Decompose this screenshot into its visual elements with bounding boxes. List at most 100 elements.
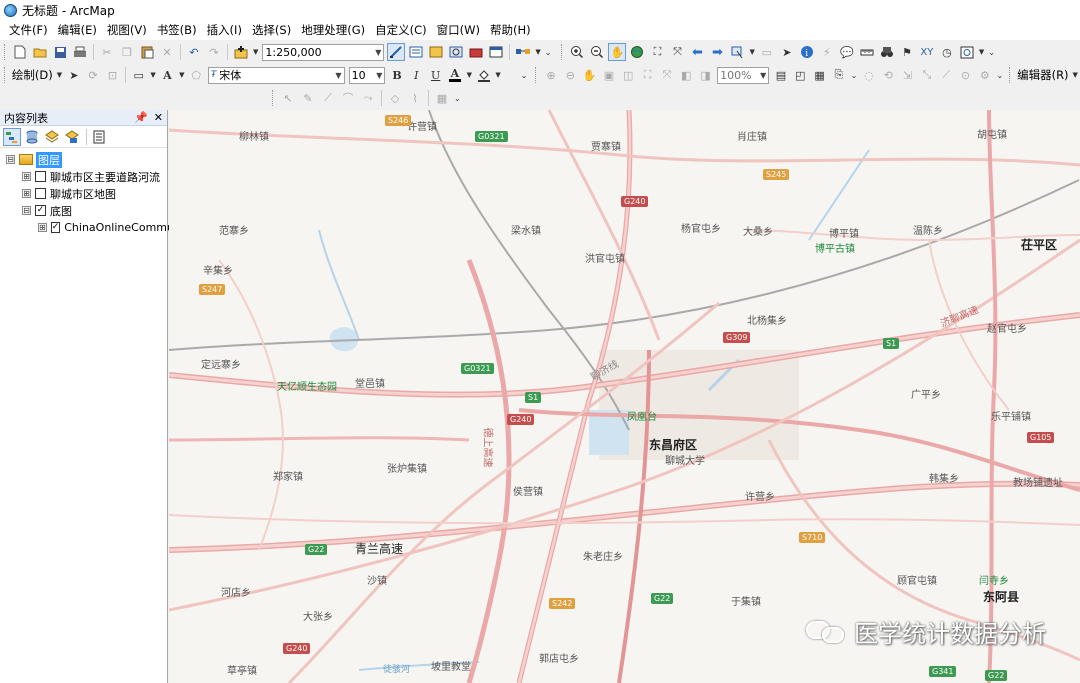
- end-point-arc-icon[interactable]: ⌒: [339, 89, 357, 107]
- arctoolbox-icon[interactable]: [467, 43, 485, 61]
- toolbar-overflow-icon[interactable]: ⌄: [996, 71, 1003, 80]
- toolbar-grip[interactable]: [561, 44, 564, 60]
- python-window-icon[interactable]: [487, 43, 505, 61]
- toc-options-icon[interactable]: [90, 128, 108, 146]
- menu-edit[interactable]: 编辑(E): [55, 22, 104, 38]
- font-combo[interactable]: Ŧ 宋体 ▼: [207, 66, 345, 84]
- rotate-icon[interactable]: ⟳: [84, 66, 101, 84]
- new-document-icon[interactable]: [11, 43, 29, 61]
- tree-row-roads-rivers[interactable]: ⊞ 聊城市区主要道路河流: [0, 168, 167, 185]
- add-data-icon[interactable]: [232, 43, 250, 61]
- copy-icon[interactable]: ❐: [118, 43, 136, 61]
- layout-fixed-zoom-in-icon[interactable]: ⛶: [639, 66, 656, 84]
- rectangle-dropdown-icon[interactable]: ▼: [150, 71, 155, 79]
- open-folder-icon[interactable]: [31, 43, 49, 61]
- menu-insert[interactable]: 插入(I): [204, 22, 249, 38]
- expand-icon[interactable]: ⊞: [38, 223, 47, 232]
- toggle-draft-mode-icon[interactable]: ▤: [772, 66, 789, 84]
- map-scale-combo[interactable]: 1:250,000 ▼: [262, 43, 385, 61]
- menu-bookmarks[interactable]: 书签(B): [154, 22, 204, 38]
- georef-layer-icon[interactable]: ◌: [860, 66, 877, 84]
- georef-scale-icon[interactable]: ⤡: [918, 66, 935, 84]
- rectangle-icon[interactable]: ▭: [130, 66, 147, 84]
- create-viewer-window-icon[interactable]: [958, 43, 976, 61]
- layer-label[interactable]: 聊城市区地图: [50, 186, 116, 202]
- hyperlink-icon[interactable]: ⚡: [818, 43, 836, 61]
- edit-annotation-icon[interactable]: ✎: [299, 89, 317, 107]
- find-route-icon[interactable]: ⚑: [898, 43, 916, 61]
- find-binoculars-icon[interactable]: [878, 43, 896, 61]
- table-of-contents-window-icon[interactable]: [407, 43, 425, 61]
- tree-row-layers[interactable]: ⊟ 图层: [0, 151, 167, 168]
- close-icon[interactable]: ✕: [154, 111, 163, 124]
- fill-color-icon[interactable]: [475, 66, 492, 84]
- toolbar-overflow-icon[interactable]: ⌄: [545, 48, 552, 57]
- select-features-dropdown-icon[interactable]: ▼: [749, 48, 754, 56]
- new-text-dropdown-icon[interactable]: ▼: [179, 71, 184, 79]
- time-slider-icon[interactable]: ◷: [938, 43, 956, 61]
- list-by-selection-icon[interactable]: [63, 128, 81, 146]
- georef-rotate-icon[interactable]: ⟲: [880, 66, 897, 84]
- toolbar-overflow-icon[interactable]: ⌄: [521, 71, 528, 80]
- layer-label[interactable]: ChinaOnlineCommu: [64, 221, 174, 234]
- attributes-icon[interactable]: ▦: [433, 89, 451, 107]
- focus-data-frame-icon[interactable]: ◰: [792, 66, 809, 84]
- editor-toolbar-icon[interactable]: [387, 43, 406, 61]
- straight-segment-icon[interactable]: ⟋: [319, 89, 337, 107]
- layer-visibility-checkbox[interactable]: [35, 188, 46, 199]
- measure-icon[interactable]: [858, 43, 876, 61]
- zoom-in-icon[interactable]: [568, 43, 586, 61]
- go-to-xy-icon[interactable]: XY: [918, 43, 936, 61]
- georef-view-links-icon[interactable]: ⊙: [957, 66, 974, 84]
- menu-file[interactable]: 文件(F): [6, 22, 55, 38]
- expand-icon[interactable]: ⊞: [22, 172, 31, 181]
- save-icon[interactable]: [51, 43, 69, 61]
- menu-selection[interactable]: 选择(S): [249, 22, 298, 38]
- cut-icon[interactable]: ✂: [98, 43, 116, 61]
- layout-back-icon[interactable]: ◧: [678, 66, 695, 84]
- menu-customize[interactable]: 自定义(C): [372, 22, 434, 38]
- font-color-dropdown-icon[interactable]: ▼: [467, 71, 472, 79]
- tree-row-china-online[interactable]: ⊞ ✓ ChinaOnlineCommu: [0, 219, 174, 236]
- toolbar-grip[interactable]: [272, 90, 275, 106]
- editor-menu-dropdown-icon[interactable]: ▼: [1073, 71, 1078, 79]
- layer-label[interactable]: 底图: [50, 203, 72, 219]
- georef-link-icon[interactable]: ⟋: [938, 66, 955, 84]
- redo-icon[interactable]: ↷: [205, 43, 223, 61]
- layout-pan-icon[interactable]: ✋: [581, 66, 598, 84]
- full-extent-globe-icon[interactable]: [628, 43, 646, 61]
- model-builder-dropdown-icon[interactable]: ▼: [535, 48, 540, 56]
- layer-visibility-checkbox[interactable]: ✓: [50, 222, 61, 233]
- menu-view[interactable]: 视图(V): [104, 22, 154, 38]
- data-frame-label[interactable]: 图层: [36, 151, 62, 168]
- underline-button[interactable]: U: [427, 66, 444, 84]
- toolbar-overflow-icon[interactable]: ⌄: [988, 48, 995, 57]
- zoom-to-selected-elements-icon[interactable]: ⊡: [104, 66, 121, 84]
- tree-row-city-map[interactable]: ⊞ 聊城市区地图: [0, 185, 167, 202]
- list-by-source-icon[interactable]: [23, 128, 41, 146]
- italic-button[interactable]: I: [408, 66, 425, 84]
- zoom-percent-combo[interactable]: 100% ▼: [717, 66, 770, 84]
- collapse-icon[interactable]: ⊟: [6, 155, 15, 164]
- zoom-100-percent-icon[interactable]: ◫: [620, 66, 637, 84]
- expand-icon[interactable]: ⊞: [22, 189, 31, 198]
- bold-button[interactable]: B: [388, 66, 405, 84]
- edit-vertices-icon[interactable]: ⬠: [187, 66, 204, 84]
- identify-icon[interactable]: i: [798, 43, 816, 61]
- collapse-icon[interactable]: ⊟: [22, 206, 31, 215]
- select-features-icon[interactable]: [728, 43, 746, 61]
- menu-help[interactable]: 帮助(H): [487, 22, 538, 38]
- list-by-drawing-order-icon[interactable]: [3, 127, 21, 146]
- new-text-icon[interactable]: A: [159, 66, 176, 84]
- layout-forward-icon[interactable]: ◨: [697, 66, 714, 84]
- fixed-zoom-out-icon[interactable]: ⤧: [668, 43, 686, 61]
- trace-icon[interactable]: ⤳: [359, 89, 377, 107]
- pin-icon[interactable]: 📌: [134, 111, 148, 124]
- fixed-zoom-in-icon[interactable]: ⛶: [648, 43, 666, 61]
- zoom-whole-page-icon[interactable]: ▣: [600, 66, 617, 84]
- pan-hand-icon[interactable]: ✋: [608, 43, 627, 61]
- draw-menu-dropdown-icon[interactable]: ▼: [57, 71, 62, 79]
- undo-icon[interactable]: ↶: [185, 43, 203, 61]
- font-size-combo[interactable]: 10 ▼: [348, 66, 386, 84]
- layout-zoom-out-icon[interactable]: ⊖: [562, 66, 579, 84]
